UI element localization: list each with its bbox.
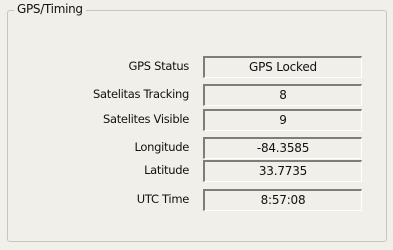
longitude-label: Longitude bbox=[134, 140, 190, 154]
gps-status-label: GPS Status bbox=[128, 59, 190, 73]
satellites-tracking-field: 8 bbox=[203, 84, 362, 106]
latitude-field: 33.7735 bbox=[203, 160, 362, 182]
gps-timing-panel: GPS/Timing GPS Status GPS Locked Satelit… bbox=[0, 0, 393, 250]
latitude-row: Latitude 33.7735 bbox=[0, 160, 393, 182]
longitude-field: -84.3585 bbox=[203, 137, 362, 159]
latitude-label: Latitude bbox=[144, 163, 189, 177]
gps-status-field: GPS Locked bbox=[203, 56, 362, 78]
satellites-visible-row: Satelites Visible 9 bbox=[0, 109, 393, 131]
groupbox-title: GPS/Timing bbox=[14, 0, 86, 18]
utc-time-field: 8:57:08 bbox=[203, 189, 362, 211]
satellites-tracking-label: Satelitas Tracking bbox=[92, 87, 189, 101]
satellites-visible-field: 9 bbox=[203, 109, 362, 131]
utc-time-label: UTC Time bbox=[136, 192, 190, 206]
satellites-visible-label: Satelites Visible bbox=[102, 112, 189, 126]
utc-time-row: UTC Time 8:57:08 bbox=[0, 189, 393, 211]
longitude-row: Longitude -84.3585 bbox=[0, 137, 393, 159]
gps-status-row: GPS Status GPS Locked bbox=[0, 56, 393, 78]
satellites-tracking-row: Satelitas Tracking 8 bbox=[0, 84, 393, 106]
